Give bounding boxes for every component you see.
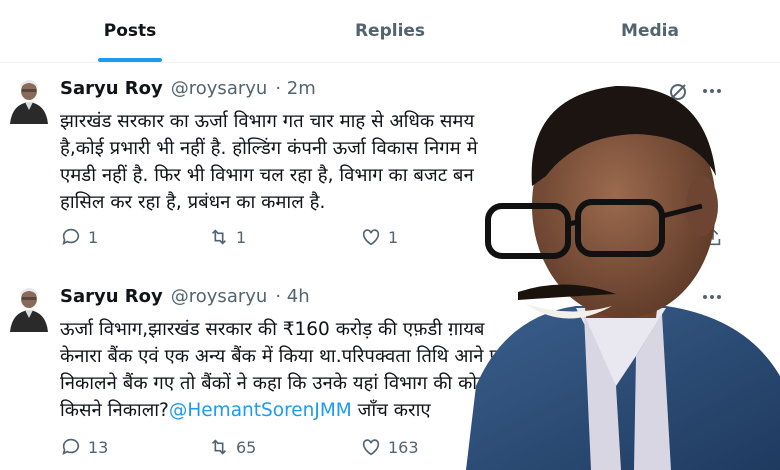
- retweet-icon: [211, 229, 227, 245]
- speech-bubble-icon: [62, 438, 80, 455]
- tweet-time[interactable]: · 2m: [275, 78, 315, 99]
- like-button[interactable]: 163: [360, 436, 419, 458]
- author-handle[interactable]: @roysaryu: [171, 286, 268, 307]
- profile-tabs: Posts Replies Media: [0, 0, 780, 62]
- speech-bubble-icon: [62, 228, 80, 245]
- avatar[interactable]: [8, 284, 50, 332]
- author-name[interactable]: Saryu Roy: [60, 78, 163, 99]
- tab-replies-label: Replies: [354, 21, 426, 41]
- tweet-header: Saryu Roy @roysaryu · 4h: [60, 286, 310, 307]
- heart-icon: [362, 439, 380, 456]
- tweet-header: Saryu Roy @roysaryu · 2m: [60, 78, 316, 99]
- tab-media-label: Media: [621, 21, 679, 41]
- like-count: 1: [388, 227, 399, 247]
- reply-button[interactable]: 1: [60, 226, 98, 248]
- reply-count: 1: [88, 227, 99, 247]
- avatar[interactable]: [8, 76, 50, 124]
- tweet-text-fragment: किसने निकाला?: [60, 400, 169, 421]
- person-photo: [466, 85, 780, 470]
- author-name[interactable]: Saryu Roy: [60, 286, 163, 307]
- reply-button[interactable]: 13: [60, 436, 108, 458]
- heart-icon: [362, 229, 380, 246]
- retweet-button[interactable]: 1: [208, 226, 246, 248]
- retweet-count: 65: [236, 437, 257, 457]
- reply-count: 13: [88, 437, 109, 457]
- tab-posts-label: Posts: [103, 21, 157, 41]
- like-button[interactable]: 1: [360, 226, 398, 248]
- retweet-count: 1: [236, 227, 247, 247]
- tweet-time[interactable]: · 4h: [275, 286, 309, 307]
- retweet-button[interactable]: 65: [208, 436, 256, 458]
- tweet-text-fragment: जाँच कराए: [351, 400, 431, 421]
- retweet-icon: [211, 439, 227, 455]
- mention-link[interactable]: @HemantSorenJMM: [169, 400, 352, 421]
- author-handle[interactable]: @roysaryu: [171, 78, 268, 99]
- like-count: 163: [388, 437, 419, 457]
- tab-media[interactable]: Media: [520, 0, 780, 62]
- tab-replies[interactable]: Replies: [260, 0, 520, 62]
- tab-posts[interactable]: Posts: [0, 0, 260, 62]
